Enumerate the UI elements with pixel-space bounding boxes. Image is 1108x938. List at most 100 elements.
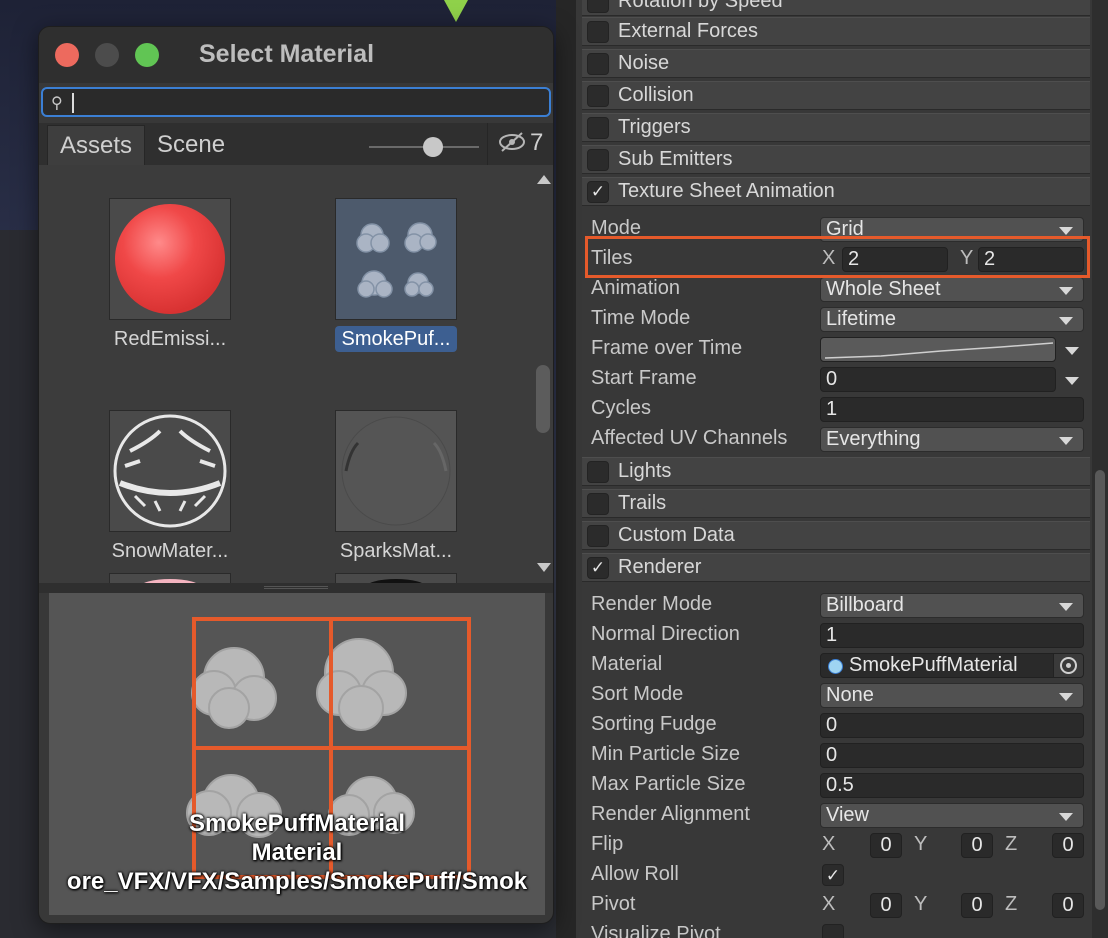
asset-grid-scrollbar[interactable] [533, 165, 553, 583]
module-checkbox[interactable] [587, 492, 609, 515]
module-checkbox[interactable] [587, 460, 609, 483]
module-checkbox[interactable] [587, 524, 609, 547]
normal-direction-field[interactable]: 1 [820, 623, 1084, 648]
asset-label-selected[interactable]: SmokePuf... [335, 326, 457, 352]
max-particle-size-field[interactable]: 0.5 [820, 773, 1084, 798]
dropdown-value: Whole Sheet [826, 278, 941, 300]
allow-roll-checkbox[interactable]: ✓ [822, 864, 844, 886]
module-checkbox[interactable] [587, 20, 609, 43]
prop-sort-mode: Sort Mode None [591, 680, 1091, 710]
material-field[interactable]: SmokePuffMaterial [820, 653, 1084, 678]
module-checkbox[interactable] [587, 116, 609, 139]
animation-dropdown[interactable]: Whole Sheet [820, 277, 1084, 302]
asset-thumbnail-red-emissive[interactable] [109, 198, 231, 320]
chevron-down-icon[interactable] [1065, 377, 1079, 385]
module-trails[interactable]: Trails [582, 489, 1090, 518]
dialog-titlebar[interactable]: Select Material [39, 27, 553, 83]
inspector-scrollbar[interactable] [1092, 0, 1108, 938]
module-sub-emitters[interactable]: Sub Emitters [582, 145, 1090, 174]
scroll-down-arrow-icon[interactable] [537, 563, 551, 572]
module-lights[interactable]: Lights [582, 457, 1090, 486]
module-noise[interactable]: Noise [582, 49, 1090, 78]
dark-sphere-icon [370, 579, 422, 583]
material-icon [828, 659, 843, 674]
min-particle-size-field[interactable]: 0 [820, 743, 1084, 768]
object-picker-button[interactable] [1053, 654, 1083, 677]
time-mode-dropdown[interactable]: Lifetime [820, 307, 1084, 332]
dropdown-value: Lifetime [826, 308, 897, 330]
flip-x-field[interactable]: 0 [870, 833, 902, 858]
axis-label-x: X [822, 833, 836, 855]
asset-thumbnail-snow[interactable] [109, 410, 231, 532]
chevron-down-icon [1059, 227, 1073, 235]
prop-label: Start Frame [591, 367, 697, 389]
module-checkbox[interactable] [587, 148, 609, 171]
start-frame-field[interactable]: 0 [820, 367, 1056, 392]
dropdown-value: Billboard [826, 594, 904, 616]
prop-pivot: Pivot X 0 Y 0 Z 0 [591, 890, 1091, 920]
asset-label[interactable]: RedEmissi... [95, 326, 245, 352]
module-checkbox-checked[interactable]: ✓ [587, 180, 609, 203]
sorting-fudge-field[interactable]: 0 [820, 713, 1084, 738]
render-mode-dropdown[interactable]: Billboard [820, 593, 1084, 618]
cycles-field[interactable]: 1 [820, 397, 1084, 422]
frame-over-time-curve[interactable] [820, 337, 1056, 362]
module-rotation-by-speed[interactable]: Rotation by Speed [582, 0, 1090, 16]
asset-thumbnail-partial[interactable] [335, 573, 457, 583]
close-button[interactable] [55, 43, 79, 67]
module-checkbox-checked[interactable]: ✓ [587, 556, 609, 579]
preview-splitter[interactable] [39, 583, 553, 593]
visualize-pivot-checkbox[interactable] [822, 924, 844, 938]
asset-label[interactable]: SnowMater... [95, 538, 245, 564]
tab-assets[interactable]: Assets [47, 125, 146, 165]
slider-knob[interactable] [423, 137, 443, 157]
axis-label-x: X [822, 893, 836, 915]
render-alignment-dropdown[interactable]: View [820, 803, 1084, 828]
asset-thumbnail-sparks[interactable] [335, 410, 457, 532]
module-renderer[interactable]: ✓ Renderer [582, 553, 1090, 582]
dialog-title: Select Material [199, 40, 375, 68]
asset-thumbnail-smoke-puff[interactable] [335, 198, 457, 320]
asset-label[interactable]: SparksMat... [321, 538, 471, 564]
search-input[interactable]: ⚲ [41, 87, 551, 117]
splitter-grip[interactable] [264, 586, 328, 589]
asset-thumbnail-partial[interactable] [109, 573, 231, 583]
prop-render-alignment: Render Alignment View [591, 800, 1091, 830]
pivot-x-field[interactable]: 0 [870, 893, 902, 918]
module-checkbox[interactable] [587, 0, 609, 13]
uv-channels-dropdown[interactable]: Everything [820, 427, 1084, 452]
flip-y-field[interactable]: 0 [961, 833, 993, 858]
prop-label: Render Mode [591, 593, 713, 615]
module-label: Trails [618, 492, 667, 514]
chevron-down-icon [1059, 317, 1073, 325]
tab-scene[interactable]: Scene [145, 125, 237, 165]
eye-slash-icon [498, 131, 526, 159]
hidden-packages-toggle[interactable]: 7 [487, 123, 551, 165]
chevron-down-icon [1059, 813, 1073, 821]
module-texture-sheet-animation[interactable]: ✓ Texture Sheet Animation [582, 177, 1090, 206]
prop-animation: Animation Whole Sheet [591, 274, 1091, 304]
chevron-down-icon[interactable] [1065, 347, 1079, 355]
pivot-z-field[interactable]: 0 [1052, 893, 1084, 918]
prop-label: Material [591, 653, 663, 675]
prop-start-frame: Start Frame 0 [591, 364, 1091, 394]
scrollbar-thumb[interactable] [536, 365, 550, 433]
module-checkbox[interactable] [587, 84, 609, 107]
flip-z-field[interactable]: 0 [1052, 833, 1084, 858]
scene-gizmo-icon[interactable] [444, 0, 468, 22]
module-external-forces[interactable]: External Forces [582, 17, 1090, 46]
module-checkbox[interactable] [587, 52, 609, 75]
module-collision[interactable]: Collision [582, 81, 1090, 110]
minimize-button[interactable] [95, 43, 119, 67]
module-custom-data[interactable]: Custom Data [582, 521, 1090, 550]
prop-render-mode: Render Mode Billboard [591, 590, 1091, 620]
scroll-up-arrow-icon[interactable] [537, 175, 551, 184]
prop-material: Material SmokePuffMaterial [591, 650, 1091, 680]
scrollbar-thumb[interactable] [1095, 470, 1105, 910]
pivot-y-field[interactable]: 0 [961, 893, 993, 918]
asset-grid: RedEmissi... SmokePuf... SnowMater... Sp… [39, 165, 535, 583]
prop-max-particle-size: Max Particle Size 0.5 [591, 770, 1091, 800]
zoom-button[interactable] [135, 43, 159, 67]
module-triggers[interactable]: Triggers [582, 113, 1090, 142]
sort-mode-dropdown[interactable]: None [820, 683, 1084, 708]
